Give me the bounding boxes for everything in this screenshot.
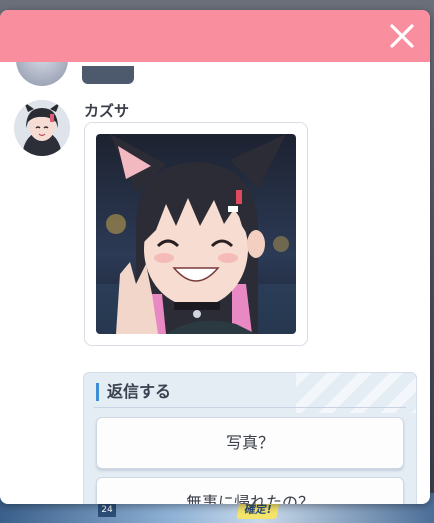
dialog-header — [0, 10, 430, 62]
previous-message-avatar — [16, 62, 68, 86]
momotalk-dialog: カズサ 返信する 写真？ 無事に帰れたの？ — [0, 10, 430, 504]
close-button[interactable] — [388, 22, 416, 50]
close-icon — [390, 24, 414, 48]
character-photo[interactable] — [96, 134, 296, 334]
background-counter: 24 — [98, 503, 116, 517]
sender-name: カズサ — [84, 102, 130, 120]
chat-content[interactable]: カズサ 返信する 写真？ 無事に帰れたの？ — [0, 62, 430, 504]
reply-option-button[interactable]: 無事に帰れたの？ — [96, 477, 404, 504]
reply-divider — [94, 407, 406, 408]
reply-title: 返信する — [96, 383, 171, 401]
reply-panel: 返信する 写真？ 無事に帰れたの？ — [83, 372, 417, 504]
avatar — [14, 100, 70, 156]
character-photo-image — [96, 134, 296, 334]
reply-option-button[interactable]: 写真？ — [96, 417, 404, 469]
avatar-portrait-icon — [14, 100, 70, 156]
image-message-bubble[interactable] — [84, 122, 308, 346]
previous-message-bubble — [82, 66, 134, 84]
